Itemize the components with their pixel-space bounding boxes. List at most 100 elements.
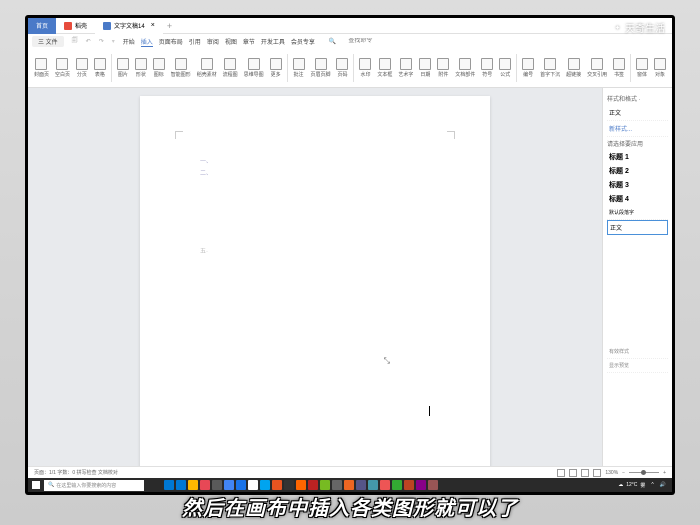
taskbar-app-icon[interactable]: [416, 480, 426, 490]
style-heading[interactable]: 标题 2: [607, 164, 668, 178]
ribbon-button[interactable]: 对象: [651, 58, 669, 78]
ribbon-button[interactable]: 页码: [334, 58, 352, 78]
taskbar-app-icon[interactable]: [320, 480, 330, 490]
taskbar-app-icon[interactable]: [344, 480, 354, 490]
titlebar: 首页 稻壳 文字文稿14 × +: [28, 18, 672, 34]
taskbar-app-icon[interactable]: [428, 480, 438, 490]
taskbar-app-icon[interactable]: [176, 480, 186, 490]
ribbon-button[interactable]: 分页: [73, 58, 91, 78]
taskbar-app-icon[interactable]: [284, 480, 294, 490]
ribbon-button[interactable]: 空白页: [52, 58, 73, 78]
watermark: ✦ 天奇生活: [612, 20, 665, 35]
qat-icon[interactable]: ↷: [99, 38, 104, 45]
default-font[interactable]: 默认段落字: [607, 206, 668, 220]
taskbar-app-icon[interactable]: [236, 480, 246, 490]
zoom-level[interactable]: 130%: [605, 470, 618, 476]
ribbon-icon: [35, 58, 47, 70]
ribbon-button[interactable]: 附件: [434, 58, 452, 78]
taskbar-app-icon[interactable]: [308, 480, 318, 490]
taskbar-app-icon[interactable]: [248, 480, 258, 490]
ribbon-button[interactable]: 公式: [496, 58, 514, 78]
taskbar-app-icon[interactable]: [224, 480, 234, 490]
ribbon-button[interactable]: 页眉页脚: [308, 58, 334, 78]
ribbon-button[interactable]: 艺术字: [395, 58, 416, 78]
ribbon-button[interactable]: 日期: [416, 58, 434, 78]
menu-item[interactable]: 会员专享: [291, 40, 315, 46]
tab-document[interactable]: 文字文稿14 ×: [95, 18, 163, 34]
tab-home[interactable]: 首页: [28, 18, 56, 34]
view-icon[interactable]: [593, 469, 601, 477]
weather-widget[interactable]: ☁ 12°C 雾: [618, 482, 645, 489]
ribbon-button[interactable]: 交叉引用: [584, 58, 610, 78]
tray-chevron[interactable]: ^: [651, 482, 653, 488]
ribbon-button[interactable]: 更多: [267, 58, 285, 78]
menu-item[interactable]: 插入: [141, 40, 153, 47]
zoom-out[interactable]: −: [622, 470, 625, 476]
ribbon-button[interactable]: 稻壳素材: [194, 58, 220, 78]
taskbar-app-icon[interactable]: [272, 480, 282, 490]
taskbar-search[interactable]: 🔍 在这里输入你要搜索的内容: [44, 480, 144, 491]
new-tab-button[interactable]: +: [167, 21, 172, 31]
taskbar-app-icon[interactable]: [332, 480, 342, 490]
menu-item[interactable]: 开始: [123, 40, 135, 46]
ribbon-button[interactable]: 窗体: [633, 58, 651, 78]
file-menu[interactable]: 三 文件: [32, 36, 64, 47]
panel-footer[interactable]: 显示预览: [607, 359, 668, 373]
taskbar-app-icon[interactable]: [368, 480, 378, 490]
ribbon-button[interactable]: 图标: [150, 58, 168, 78]
zoom-in[interactable]: +: [663, 470, 666, 476]
new-style-link[interactable]: 新样式...: [607, 121, 668, 137]
menu-item[interactable]: 页面布局: [159, 40, 183, 46]
menu-item[interactable]: 章节: [243, 40, 255, 46]
view-icon[interactable]: [569, 469, 577, 477]
ribbon-button[interactable]: 书签: [610, 58, 628, 78]
qat-icon[interactable]: ↶: [86, 38, 91, 45]
ribbon-button[interactable]: 符号: [478, 58, 496, 78]
taskbar-app-icon[interactable]: [212, 480, 222, 490]
view-icon[interactable]: [557, 469, 565, 477]
style-heading[interactable]: 标题 1: [607, 150, 668, 164]
taskbar-app-icon[interactable]: [392, 480, 402, 490]
view-icon[interactable]: [581, 469, 589, 477]
document-page[interactable]: 一、 二、 五· ⤡: [140, 96, 490, 472]
ribbon-button[interactable]: 智能图形: [168, 58, 194, 78]
ribbon-button[interactable]: 封面页: [31, 58, 52, 78]
taskbar-app-icon[interactable]: [260, 480, 270, 490]
taskbar-app-icon[interactable]: [356, 480, 366, 490]
taskbar-app-icon[interactable]: [296, 480, 306, 490]
taskbar-app-icon[interactable]: [200, 480, 210, 490]
ribbon-button[interactable]: 图片: [114, 58, 132, 78]
tab-app[interactable]: 稻壳: [56, 18, 95, 34]
ribbon-button[interactable]: 批注: [290, 58, 308, 78]
taskbar-app-icon[interactable]: [404, 480, 414, 490]
close-icon[interactable]: ×: [151, 22, 155, 29]
ribbon-button[interactable]: 文本框: [374, 58, 395, 78]
style-heading[interactable]: 标题 4: [607, 192, 668, 206]
panel-footer[interactable]: 有效样式: [607, 345, 668, 359]
taskbar-app-icon[interactable]: [164, 480, 174, 490]
ribbon-button[interactable]: 首字下沉: [537, 58, 563, 78]
ribbon-button[interactable]: 表格: [91, 58, 109, 78]
taskbar-app-icon[interactable]: [380, 480, 390, 490]
start-button[interactable]: [28, 478, 44, 492]
zoom-slider[interactable]: [629, 472, 659, 473]
windows-icon: [32, 481, 40, 489]
qat-icon[interactable]: 🗐: [72, 36, 78, 46]
ribbon-button[interactable]: 水印: [356, 58, 374, 78]
ribbon-button[interactable]: 超链接: [563, 58, 584, 78]
ribbon-button[interactable]: 思维导图: [241, 58, 267, 78]
menu-item[interactable]: 引用: [189, 40, 201, 46]
tray-icon[interactable]: 🔊: [660, 482, 666, 488]
ribbon-button[interactable]: 形状: [132, 58, 150, 78]
menu-item[interactable]: 审阅: [207, 40, 219, 46]
style-heading[interactable]: 标题 3: [607, 178, 668, 192]
ribbon-button[interactable]: 文档部件: [452, 58, 478, 78]
menu-item[interactable]: 视图: [225, 40, 237, 46]
style-normal[interactable]: 正文: [607, 220, 668, 235]
taskbar-app-icon[interactable]: [188, 480, 198, 490]
ribbon-icon: [636, 58, 648, 70]
ribbon-button[interactable]: 流程图: [220, 58, 241, 78]
command-search[interactable]: [348, 38, 408, 44]
menu-item[interactable]: 开发工具: [261, 40, 285, 46]
ribbon-button[interactable]: 编号: [519, 58, 537, 78]
